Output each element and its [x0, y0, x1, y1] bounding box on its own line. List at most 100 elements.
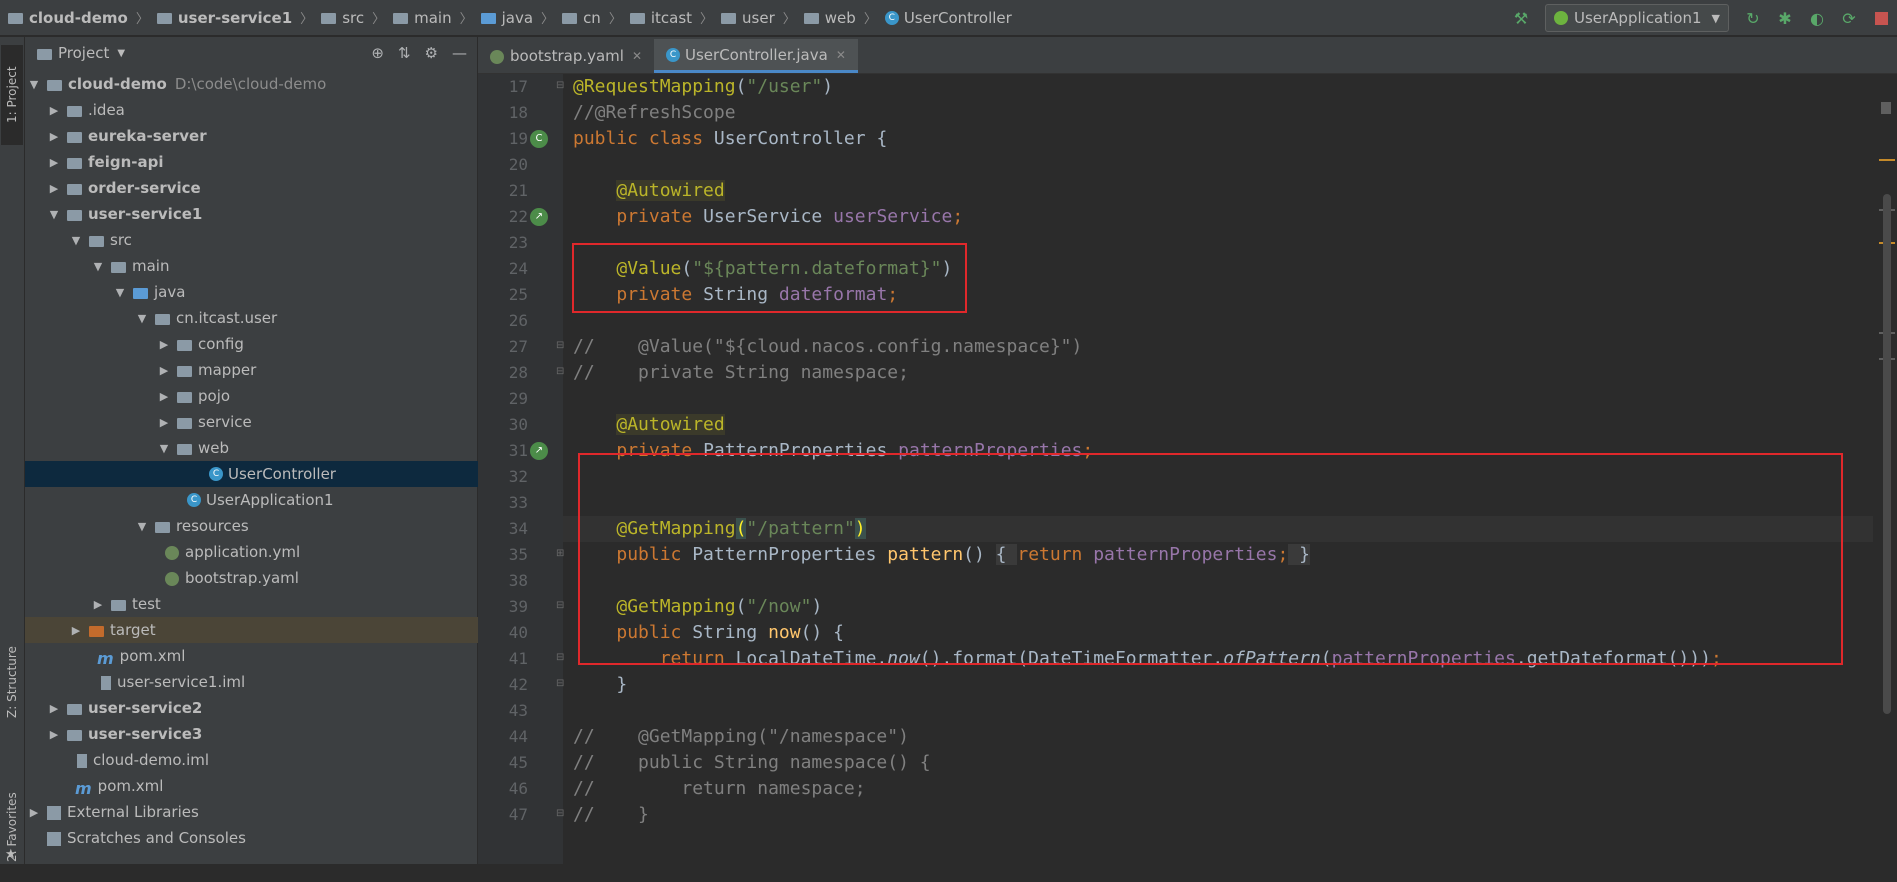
breadcrumb-main[interactable]: main 〉	[393, 8, 473, 27]
fold-icon[interactable]: ⊟	[556, 678, 564, 689]
collapsed-arrow-icon[interactable]: ▶	[47, 728, 61, 741]
code-line[interactable]: private PatternProperties patternPropert…	[573, 438, 1093, 464]
tree-item-target[interactable]: ▶ target	[25, 617, 521, 643]
close-icon[interactable]: ✕	[836, 48, 846, 62]
breadcrumb-user[interactable]: user 〉	[721, 8, 796, 27]
tree-item-user-service1[interactable]: ▼ user-service1	[25, 201, 499, 227]
tab-usercontroller-java[interactable]: C UserController.java ✕	[654, 39, 858, 73]
collapsed-arrow-icon[interactable]: ▶	[47, 182, 61, 195]
warning-marker[interactable]	[1879, 159, 1895, 161]
tree-item-external-libraries[interactable]: ▶ External Libraries	[25, 799, 479, 825]
code-line[interactable]: public String now() {	[573, 620, 844, 646]
tab-bootstrap-yaml[interactable]: bootstrap.yaml ✕	[478, 39, 654, 73]
tab-structure[interactable]: Z: Structure	[1, 627, 23, 737]
tab-favorites[interactable]: 2: Favorites	[1, 772, 23, 882]
breadcrumb-cloud-demo[interactable]: cloud-demo 〉	[8, 8, 149, 27]
locate-icon[interactable]: ⊕	[371, 44, 384, 62]
code-line[interactable]: @Value("${pattern.dateformat}")	[573, 256, 952, 282]
expanded-arrow-icon[interactable]: ▼	[47, 208, 61, 221]
tree-item-src[interactable]: ▼ src	[25, 227, 521, 253]
stop-icon[interactable]	[1871, 8, 1891, 28]
tree-item-feign-api[interactable]: ▶ feign-api	[25, 149, 499, 175]
collapsed-arrow-icon[interactable]: ▶	[47, 702, 61, 715]
tree-item-eureka-server[interactable]: ▶ eureka-server	[25, 123, 499, 149]
expanded-arrow-icon[interactable]: ▼	[135, 312, 149, 325]
autowired-gutter-icon[interactable]: ↗	[530, 442, 548, 460]
code-line[interactable]: public PatternProperties pattern() { ret…	[573, 542, 1310, 568]
code-line[interactable]: // @GetMapping("/namespace")	[573, 724, 909, 750]
breadcrumb-usercontroller[interactable]: C UserController	[884, 9, 1012, 27]
expanded-arrow-icon[interactable]: ▼	[113, 286, 127, 299]
code-line[interactable]: @GetMapping("/pattern")	[573, 516, 866, 542]
breadcrumb-cn[interactable]: cn 〉	[562, 8, 622, 27]
collapsed-arrow-icon[interactable]: ▶	[47, 104, 61, 117]
collapsed-arrow-icon[interactable]: ▶	[157, 390, 171, 403]
code-line[interactable]: public class UserController {	[573, 126, 887, 152]
expanded-arrow-icon[interactable]: ▼	[91, 260, 105, 273]
tree-item-root-pom-xml[interactable]: m pom.xml	[25, 773, 527, 799]
tree-item-scratches[interactable]: Scratches and Consoles	[25, 825, 499, 851]
run-configuration-select[interactable]: UserApplication1 ▼	[1544, 4, 1729, 32]
tree-item-main[interactable]: ▼ main	[25, 253, 543, 279]
code-line[interactable]: @Autowired	[573, 412, 725, 438]
collapsed-arrow-icon[interactable]: ▶	[157, 416, 171, 429]
fold-icon[interactable]: ⊟	[556, 366, 564, 377]
fold-icon[interactable]: ⊟	[556, 600, 564, 611]
collapsed-arrow-icon[interactable]: ▶	[47, 156, 61, 169]
code-line[interactable]: private String dateformat;	[573, 282, 898, 308]
code-line[interactable]: // @Value("${cloud.nacos.config.namespac…	[573, 334, 1082, 360]
code-line[interactable]: }	[573, 672, 627, 698]
breadcrumb-web[interactable]: web 〉	[803, 8, 877, 27]
collapsed-arrow-icon[interactable]: ▶	[91, 598, 105, 611]
tree-item-test[interactable]: ▶ test	[25, 591, 543, 617]
collapsed-arrow-icon[interactable]: ▶	[157, 338, 171, 351]
tree-item-order-service[interactable]: ▶ order-service	[25, 175, 499, 201]
fold-icon[interactable]: ⊟	[556, 340, 564, 351]
breadcrumb-src[interactable]: src 〉	[321, 8, 385, 27]
chevron-down-icon[interactable]: ▼	[117, 48, 125, 59]
fold-icon[interactable]: ⊟	[556, 808, 564, 819]
expand-icon[interactable]: ⊞	[556, 548, 564, 559]
scrollbar-thumb[interactable]	[1883, 194, 1891, 714]
collapsed-arrow-icon[interactable]: ▶	[157, 364, 171, 377]
coverage-icon[interactable]: ◐	[1807, 8, 1827, 28]
expanded-arrow-icon[interactable]: ▼	[69, 234, 83, 247]
collapse-all-icon[interactable]: ⇅	[398, 44, 411, 62]
gear-icon[interactable]: ⚙	[425, 44, 438, 62]
rerun-icon[interactable]: ↻	[1743, 8, 1763, 28]
tree-item-user-service2[interactable]: ▶ user-service2	[25, 695, 499, 721]
code-line[interactable]: // }	[573, 802, 649, 828]
tree-item-user-service1-iml[interactable]: user-service1.iml	[25, 669, 553, 695]
build-hammer-icon[interactable]: ⚒	[1511, 8, 1531, 28]
code-line[interactable]: return LocalDateTime.now().format(DateTi…	[573, 646, 1722, 672]
tree-item-idea[interactable]: ▶ .idea	[25, 97, 499, 123]
project-view-selector[interactable]: Project	[58, 44, 109, 62]
hide-icon[interactable]: —	[452, 44, 467, 62]
code-line[interactable]: private UserService userService;	[573, 204, 963, 230]
code-line[interactable]: @GetMapping("/now")	[573, 594, 822, 620]
tree-item-cloud-demo-iml[interactable]: cloud-demo.iml	[25, 747, 529, 773]
expanded-arrow-icon[interactable]: ▼	[157, 442, 171, 455]
error-stripe[interactable]	[1875, 74, 1897, 864]
tab-project[interactable]: 1: Project	[1, 45, 23, 145]
code-line[interactable]: // public String namespace() {	[573, 750, 931, 776]
fold-icon[interactable]: ⊟	[556, 80, 564, 91]
expanded-arrow-icon[interactable]: ▼	[135, 520, 149, 533]
tree-item-pom-xml[interactable]: m pom.xml	[25, 643, 549, 669]
collapsed-arrow-icon[interactable]: ▶	[69, 624, 83, 637]
autowired-gutter-icon[interactable]: ↗	[530, 208, 548, 226]
close-icon[interactable]: ✕	[632, 49, 642, 63]
tree-item-cloud-demo[interactable]: ▼ cloud-demo D:\code\cloud-demo	[25, 71, 479, 97]
code-line[interactable]: @RequestMapping("/user")	[573, 74, 833, 100]
breadcrumb-user-service1[interactable]: user-service1 〉	[156, 8, 313, 27]
collapsed-arrow-icon[interactable]: ▶	[27, 806, 41, 819]
expanded-arrow-icon[interactable]: ▼	[27, 78, 41, 91]
fold-icon[interactable]: ⊟	[556, 652, 564, 663]
debug-bug-icon[interactable]: ✱	[1775, 8, 1795, 28]
tree-item-user-service3[interactable]: ▶ user-service3	[25, 721, 499, 747]
breadcrumb-java[interactable]: java 〉	[480, 8, 554, 27]
profile-icon[interactable]: ⟳	[1839, 8, 1859, 28]
breadcrumb-itcast[interactable]: itcast 〉	[629, 8, 713, 27]
collapsed-arrow-icon[interactable]: ▶	[47, 130, 61, 143]
code-line[interactable]: @Autowired	[573, 178, 725, 204]
